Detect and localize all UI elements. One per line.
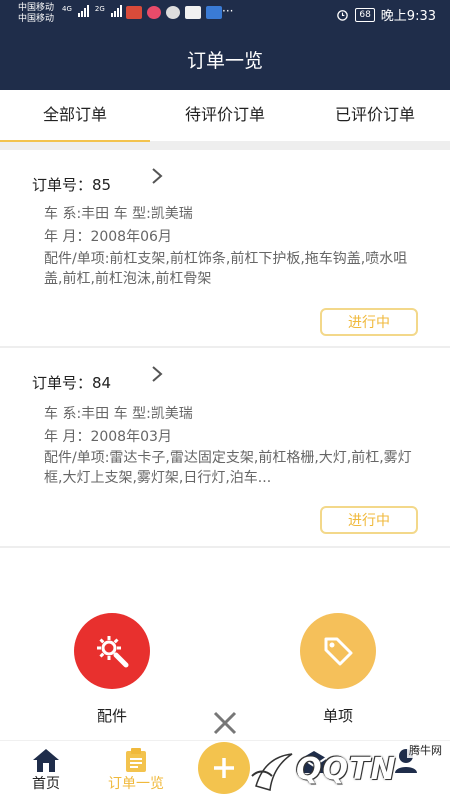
parts-button[interactable] [74,613,150,689]
watermark-small-text: 腾牛网 [407,742,444,758]
home-icon [33,749,59,772]
status-button[interactable]: 进行中 [320,308,418,336]
carrier-info: 中国移动 中国移动 [18,3,54,25]
tab-all-orders[interactable]: 全部订单 [0,90,150,142]
watermark-logo-icon [251,753,293,791]
item-action[interactable]: 单项 [288,613,388,726]
order-number: 订单号：84 [32,374,112,392]
page-header: 订单一览 [0,28,450,90]
chevron-right-icon[interactable] [150,166,164,191]
page-title: 订单一览 [186,49,263,72]
item-button[interactable] [300,613,376,689]
order-tabs: 全部订单 待评价订单 已评价订单 [0,90,450,142]
notification-icons [126,6,222,19]
more-notifications-icon: ··· [222,4,234,18]
signal-icon [110,5,122,17]
nav-orders-label: 订单一览 [108,776,164,792]
app-notification-icon [185,6,201,19]
signal-group: 4G 2G [62,5,122,17]
net-type-1: 4G [62,5,72,13]
watermark-text: QQTN [296,752,397,787]
add-button[interactable] [198,742,250,794]
app-notification-icon [147,6,161,19]
divider [0,546,450,548]
year-info: 年 月：2008年06月 [44,229,172,245]
chat-notification-icon [166,6,180,19]
app-notification-icon [206,6,222,19]
app-notification-icon [126,6,142,19]
year-info: 年 月：2008年03月 [44,429,172,445]
order-number: 订单号：85 [32,176,112,194]
carrier-2: 中国移动 [18,14,55,24]
parts-info: 配件/单项:雷达卡子,雷达固定支架,前杠格栅,大灯,前杠,雾灯框,大灯上支架,雾… [44,450,412,486]
tag-icon [324,637,353,666]
item-label: 单项 [322,707,353,725]
status-bar: 中国移动 中国移动 4G 2G ··· 68 晚上9:33 [0,0,450,28]
signal-icon [77,5,89,17]
divider [0,142,450,150]
car-info: 车 系:丰田 车 型:凯美瑞 [44,406,193,422]
tab-pending-review[interactable]: 待评价订单 [150,90,300,141]
parts-action[interactable]: 配件 [62,613,162,726]
close-icon[interactable] [209,707,241,739]
chevron-right-icon[interactable] [150,364,164,389]
gear-wrench-icon [97,636,129,668]
tab-reviewed[interactable]: 已评价订单 [300,90,450,141]
order-card[interactable]: 订单号：85 车 系:丰田 车 型:凯美瑞 年 月：2008年06月 配件/单项… [0,150,450,346]
parts-info: 配件/单项:前杠支架,前杠饰条,前杠下护板,拖车钩盖,喷水咀盖,前杠,前杠泡沫,… [44,251,408,287]
carrier-1: 中国移动 [18,3,55,13]
battery-icon: 68 [355,7,375,22]
alarm-icon [337,10,349,21]
nav-home[interactable]: 首页 [24,747,68,793]
parts-label: 配件 [96,707,127,725]
car-info: 车 系:丰田 车 型:凯美瑞 [44,206,193,222]
status-right: 68 晚上9:33 [336,5,436,24]
clock: 晚上9:33 [380,9,436,24]
order-card[interactable]: 订单号：84 车 系:丰田 车 型:凯美瑞 年 月：2008年03月 配件/单项… [0,348,450,546]
clipboard-icon [126,748,146,772]
nav-home-label: 首页 [32,776,60,792]
net-type-2: 2G [94,5,105,13]
watermark: QQTN 腾牛网 [244,742,450,800]
status-button[interactable]: 进行中 [320,506,418,534]
plus-icon [214,758,234,778]
nav-orders[interactable]: 订单一览 [100,747,172,793]
